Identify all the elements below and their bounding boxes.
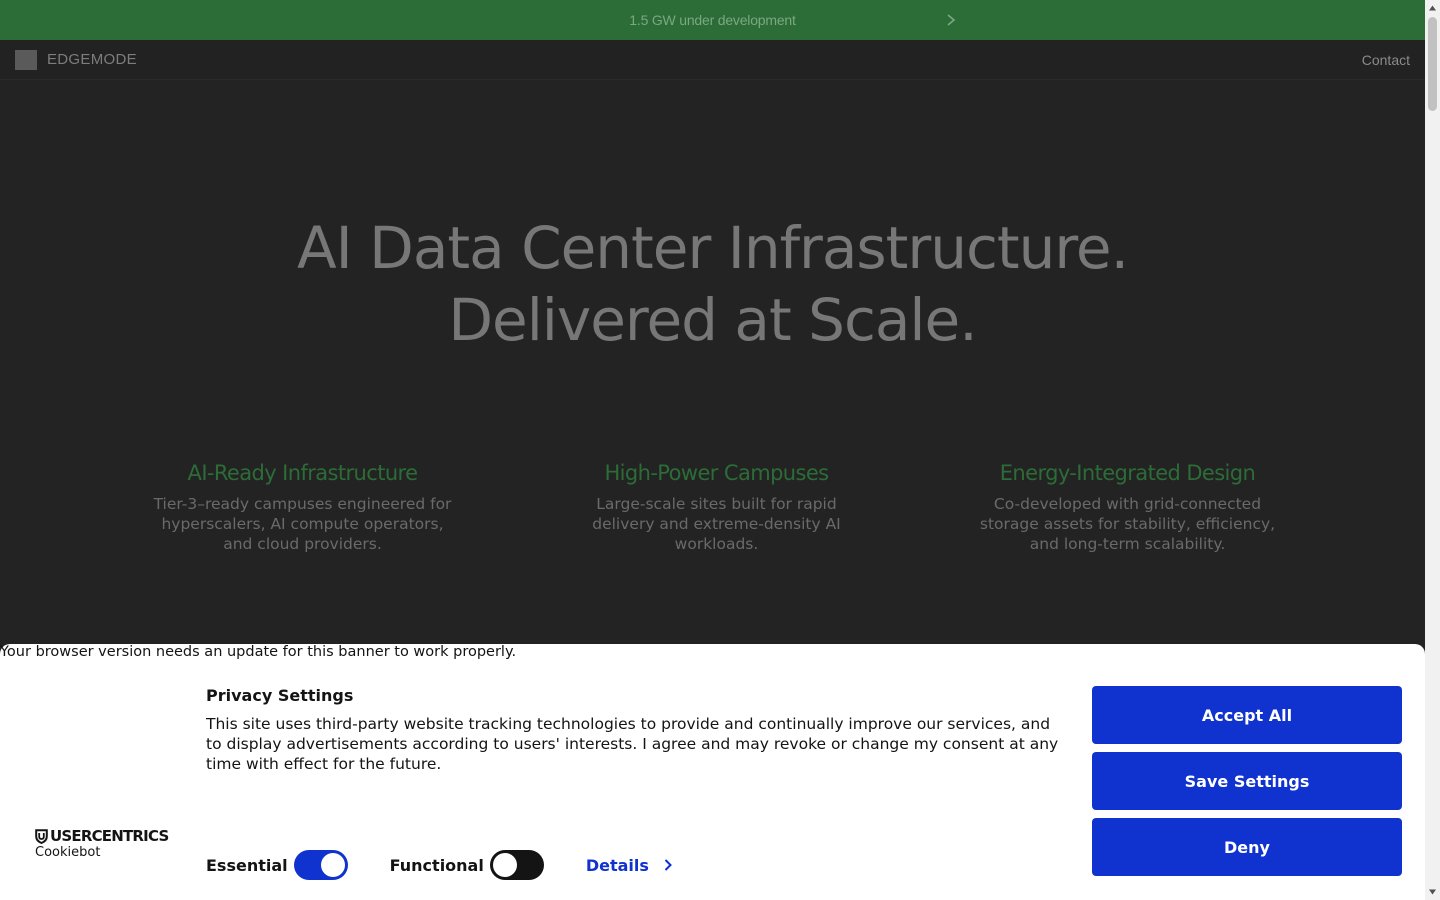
hero-title-line1: AI Data Center Infrastructure.	[296, 214, 1129, 282]
chevron-right-icon	[947, 14, 956, 26]
hero-title: AI Data Center Infrastructure. Delivered…	[0, 212, 1425, 356]
scroll-up-arrow-icon[interactable]	[1428, 4, 1437, 12]
browser-update-warning: Your browser version needs an update for…	[0, 644, 517, 660]
scrollbar[interactable]	[1425, 0, 1440, 900]
feature-description: Tier-3–ready campuses engineered for hyp…	[153, 495, 452, 553]
navbar: EDGEMODE Contact	[0, 40, 1425, 80]
privacy-settings-title: Privacy Settings	[206, 686, 354, 705]
chevron-right-icon	[664, 859, 672, 871]
deny-button[interactable]: Deny	[1092, 818, 1402, 876]
privacy-settings-text: This site uses third-party website track…	[206, 715, 1059, 773]
cookie-banner: Your browser version needs an update for…	[0, 644, 1425, 900]
announcement-bar[interactable]: 1.5 GW under development	[0, 0, 1425, 40]
scrollbar-thumb[interactable]	[1428, 17, 1437, 111]
scroll-down-arrow-icon[interactable]	[1428, 888, 1437, 896]
toggle-knob	[320, 853, 345, 877]
brand-name[interactable]: EDGEMODE	[47, 51, 137, 68]
feature-ai-ready: AI-Ready Infrastructure Tier-3–ready cam…	[140, 458, 465, 554]
toggle-knob	[492, 853, 517, 877]
feature-title: AI-Ready Infrastructure	[187, 461, 419, 485]
feature-title: High-Power Campuses	[604, 461, 829, 485]
essential-label: Essential	[206, 855, 288, 875]
hero: AI Data Center Infrastructure. Delivered…	[0, 212, 1425, 356]
announcement-text: 1.5 GW under development	[629, 12, 796, 28]
usercentrics-brand: USERCENTRICS	[35, 827, 169, 845]
feature-energy-integrated: Energy-Integrated Design Co-developed wi…	[965, 458, 1290, 554]
usercentrics-logo: USERCENTRICS Cookiebot	[35, 827, 169, 860]
accept-all-button[interactable]: Accept All	[1092, 686, 1402, 744]
cookiebot-label: Cookiebot	[35, 845, 101, 860]
contact-link[interactable]: Contact	[1362, 52, 1410, 68]
feature-title: Energy-Integrated Design	[999, 461, 1256, 485]
shield-icon	[35, 828, 48, 844]
feature-high-power: High-Power Campuses Large-scale sites bu…	[560, 458, 873, 554]
feature-description: Co-developed with grid-connected storage…	[979, 495, 1276, 553]
functional-toggle[interactable]	[489, 850, 544, 880]
save-settings-button[interactable]: Save Settings	[1092, 752, 1402, 810]
hero-title-line2: Delivered at Scale.	[448, 286, 977, 354]
feature-description: Large-scale sites built for rapid delive…	[592, 495, 841, 553]
consent-toggles: Essential Functional Details	[206, 850, 673, 880]
essential-toggle[interactable]	[293, 850, 348, 880]
features-section: AI-Ready Infrastructure Tier-3–ready cam…	[0, 458, 1425, 568]
functional-label: Functional	[389, 855, 484, 875]
details-link[interactable]: Details	[586, 856, 673, 875]
logo-icon[interactable]	[15, 50, 37, 70]
